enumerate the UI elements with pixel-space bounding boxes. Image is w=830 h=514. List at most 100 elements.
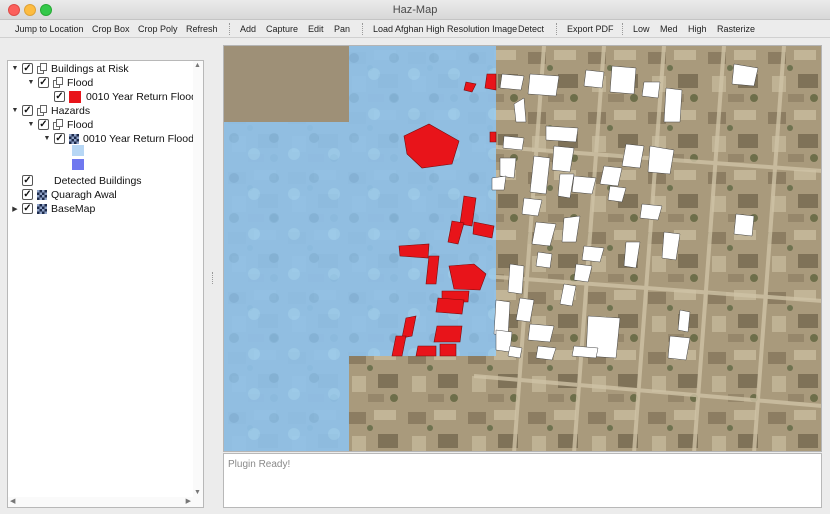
detected-building (499, 73, 525, 91)
scroll-down-icon[interactable]: ▼ (194, 489, 201, 496)
detected-building (551, 145, 575, 173)
layer-item-quaragh-awal[interactable]: ✓ Quaragh Awal (22, 188, 117, 201)
layer-group-icon (37, 105, 47, 116)
expand-arrow-icon[interactable]: ▼ (11, 65, 19, 72)
panel-splitter-handle[interactable] (212, 272, 214, 284)
capture-button[interactable]: Capture (266, 24, 298, 34)
detected-building (491, 175, 507, 191)
layer-checkbox[interactable]: ✓ (54, 91, 65, 102)
risk-building (435, 297, 465, 315)
layer-item-basemap[interactable]: ▶ ✓ BaseMap (11, 202, 95, 215)
detected-building (583, 69, 605, 89)
white-swatch-icon (37, 174, 49, 187)
detected-building (571, 175, 597, 195)
layer-group-icon (37, 63, 47, 74)
crop-poly-button[interactable]: Crop Poly (138, 24, 178, 34)
risk-building (415, 345, 437, 357)
crop-box-button[interactable]: Crop Box (92, 24, 130, 34)
expand-arrow-icon[interactable]: ▼ (27, 79, 35, 86)
layers-panel: ▼ ✓ Buildings at Risk ▼ ✓ Flood ✓ 0010 Y… (7, 60, 204, 508)
layer-checkbox[interactable]: ✓ (22, 175, 33, 186)
toolbar: Jump to Location Crop Box Crop Poly Refr… (0, 20, 830, 38)
layer-group-icon (53, 119, 63, 130)
horizontal-scrollbar[interactable]: ◀ ▶ (8, 497, 203, 507)
detected-building (499, 157, 517, 179)
scroll-right-icon[interactable]: ▶ (186, 497, 191, 505)
detected-building (571, 345, 599, 359)
detected-building (609, 65, 637, 95)
risk-building (489, 131, 497, 143)
detected-building (581, 245, 605, 263)
detected-building (527, 73, 560, 97)
layer-group-hazards[interactable]: ▼ ✓ Hazards (11, 104, 91, 117)
detected-building (733, 213, 755, 237)
detect-button[interactable]: Detect (518, 24, 544, 34)
add-button[interactable]: Add (240, 24, 256, 34)
layer-checkbox[interactable]: ✓ (22, 203, 33, 214)
red-swatch-icon (69, 90, 81, 103)
layer-label: Quaragh Awal (51, 188, 117, 201)
layer-label: Flood (67, 76, 94, 89)
vertical-scrollbar[interactable]: ▲ ▼ (193, 61, 203, 507)
map-canvas[interactable] (223, 45, 822, 452)
scroll-up-icon[interactable]: ▲ (194, 62, 201, 69)
pan-button[interactable]: Pan (334, 24, 350, 34)
risk-building (439, 343, 457, 357)
detected-building (507, 345, 523, 359)
layer-item-flood-buildings[interactable]: ✓ 0010 Year Return Flood I (54, 90, 203, 103)
expand-arrow-icon[interactable]: ▼ (11, 107, 19, 114)
layer-item-flood-raster[interactable]: ▼ ✓ 0010 Year Return Flood (43, 132, 194, 145)
layer-label: Hazards (51, 104, 91, 117)
med-button[interactable]: Med (660, 24, 678, 34)
detected-building (502, 135, 525, 151)
detected-building (621, 143, 645, 169)
window-title: Haz-Map (392, 4, 438, 16)
map-svg (224, 46, 821, 451)
low-button[interactable]: Low (633, 24, 650, 34)
flood-dark-legend-swatch (72, 159, 84, 170)
layer-group-buildings-at-risk[interactable]: ▼ ✓ Buildings at Risk (11, 62, 129, 75)
layer-label: 0010 Year Return Flood (83, 132, 194, 145)
layer-checkbox[interactable]: ✓ (38, 119, 49, 130)
layer-checkbox[interactable]: ✓ (22, 63, 33, 74)
export-pdf-button[interactable]: Export PDF (567, 24, 614, 34)
detected-building (731, 63, 759, 87)
detected-building (641, 81, 661, 99)
edit-button[interactable]: Edit (308, 24, 324, 34)
jump-to-location-button[interactable]: Jump to Location (15, 24, 84, 34)
collapse-arrow-icon[interactable]: ▶ (11, 205, 19, 213)
detected-building (527, 323, 555, 343)
expand-arrow-icon[interactable]: ▼ (27, 121, 35, 128)
basemap-imagery (224, 46, 349, 122)
load-image-button[interactable]: Load Afghan High Resolution Image (373, 24, 517, 34)
layer-checkbox[interactable]: ✓ (22, 105, 33, 116)
raster-layer-icon (37, 189, 47, 200)
detected-building (599, 165, 623, 187)
expand-arrow-icon[interactable]: ▼ (43, 135, 51, 142)
layer-label: Flood (67, 118, 94, 131)
high-button[interactable]: High (688, 24, 707, 34)
layer-item-detected-buildings[interactable]: ✓ Detected Buildings (22, 174, 142, 187)
detected-building (667, 335, 691, 361)
layer-group-flood-risk[interactable]: ▼ ✓ Flood (27, 76, 94, 89)
layer-group-flood-hazard[interactable]: ▼ ✓ Flood (27, 118, 94, 131)
detected-building (677, 309, 691, 333)
risk-building (398, 243, 430, 259)
layer-checkbox[interactable]: ✓ (22, 189, 33, 200)
flood-light-legend-swatch (72, 145, 84, 156)
detected-building (535, 251, 553, 269)
scroll-left-icon[interactable]: ◀ (10, 497, 15, 505)
plugin-console: Plugin Ready! (223, 453, 822, 508)
layer-label: Buildings at Risk (51, 62, 129, 75)
layer-checkbox[interactable]: ✓ (54, 133, 65, 144)
toolbar-separator (556, 23, 557, 35)
refresh-button[interactable]: Refresh (186, 24, 218, 34)
title-bar: Haz-Map (0, 0, 830, 20)
layer-checkbox[interactable]: ✓ (38, 77, 49, 88)
toolbar-separator (362, 23, 363, 35)
raster-layer-icon (69, 133, 79, 144)
toolbar-separator (229, 23, 230, 35)
rasterize-button[interactable]: Rasterize (717, 24, 755, 34)
detected-building (545, 125, 579, 143)
layer-label: Detected Buildings (54, 174, 142, 187)
